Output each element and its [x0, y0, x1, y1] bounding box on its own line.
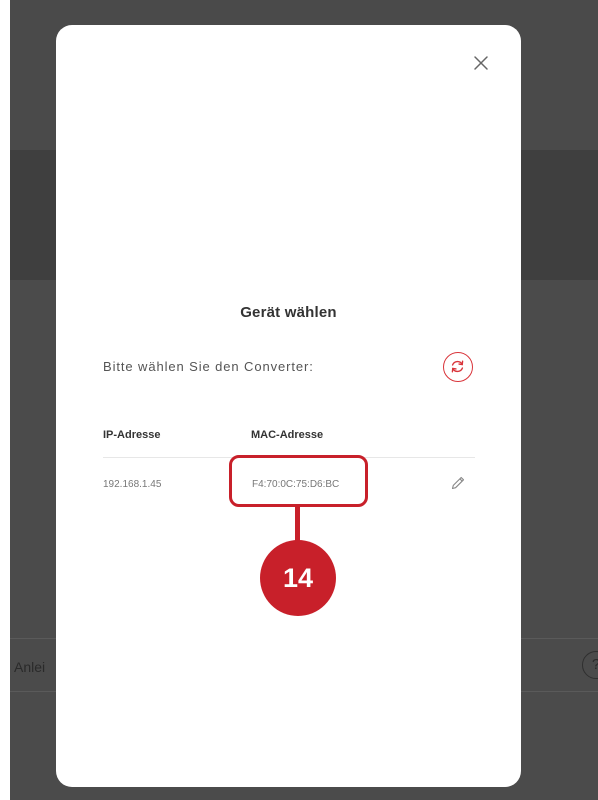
annotation-step-badge: 14 [260, 540, 336, 616]
edit-device-button[interactable] [449, 474, 467, 492]
select-device-dialog: Gerät wählen Bitte wählen Sie den Conver… [56, 25, 521, 787]
device-ip-address[interactable]: 192.168.1.45 [103, 479, 161, 490]
close-icon [474, 56, 488, 70]
close-button[interactable] [467, 49, 495, 77]
select-converter-prompt: Bitte wählen Sie den Converter: [103, 359, 314, 374]
dialog-title: Gerät wählen [240, 304, 337, 321]
help-icon: ? [582, 651, 598, 679]
refresh-icon [451, 360, 464, 373]
refresh-button[interactable] [443, 352, 473, 382]
backdrop-row-label: Anlei [14, 659, 46, 675]
pencil-icon [451, 476, 465, 490]
annotation-highlight-box [229, 455, 368, 507]
column-header-mac: MAC-Adresse [251, 429, 324, 441]
column-header-ip: IP-Adresse [103, 429, 161, 441]
